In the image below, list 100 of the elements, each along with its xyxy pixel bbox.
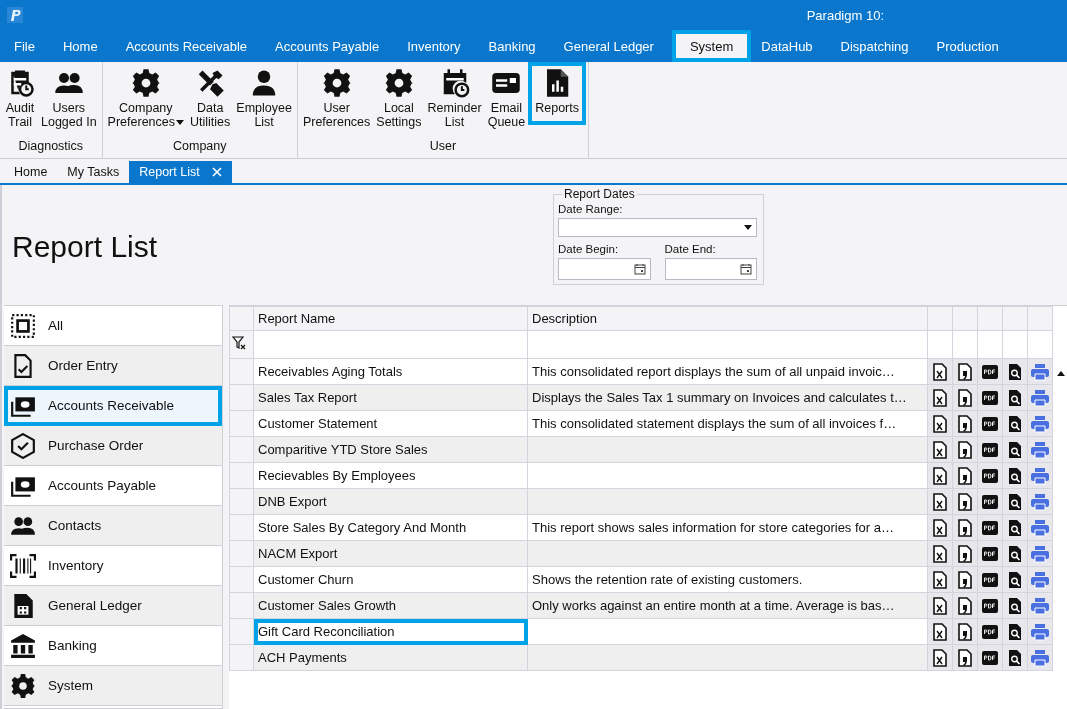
excel-icon[interactable]	[933, 518, 947, 537]
menu-tab[interactable]: File	[4, 30, 45, 62]
preview-icon[interactable]	[1008, 466, 1022, 485]
sidebar-item[interactable]: Contacts	[4, 506, 222, 546]
preview-icon[interactable]	[1008, 518, 1022, 537]
print-icon[interactable]	[1030, 596, 1050, 615]
column-header[interactable]: Description	[527, 306, 928, 331]
document-icon[interactable]	[958, 648, 972, 667]
print-icon[interactable]	[1030, 570, 1050, 589]
sidebar-item[interactable]: Accounts Receivable	[4, 386, 222, 426]
preview-icon[interactable]	[1008, 648, 1022, 667]
sidebar-item[interactable]: General Ledger	[4, 586, 222, 626]
preview-icon[interactable]	[1008, 492, 1022, 511]
calendar-icon[interactable]	[740, 263, 752, 275]
table-cell: DNB Export	[253, 488, 528, 515]
excel-icon[interactable]	[933, 466, 947, 485]
print-icon[interactable]	[1030, 388, 1050, 407]
menu-tab[interactable]: Dispatching	[830, 30, 919, 62]
column-header[interactable]: Report Name	[253, 306, 528, 331]
sidebar-item[interactable]: Order Entry	[4, 346, 222, 386]
pdf-icon[interactable]	[982, 363, 998, 380]
preview-icon[interactable]	[1008, 596, 1022, 615]
preview-icon[interactable]	[1008, 388, 1022, 407]
document-icon[interactable]	[958, 570, 972, 589]
preview-icon[interactable]	[1008, 544, 1022, 563]
ribbon-button[interactable]: Reminder List	[424, 62, 485, 125]
excel-icon[interactable]	[933, 648, 947, 667]
sidebar-item[interactable]: System	[4, 666, 222, 706]
print-icon[interactable]	[1030, 544, 1050, 563]
menu-tab[interactable]: DataHub	[751, 30, 823, 62]
document-icon[interactable]	[958, 388, 972, 407]
document-icon[interactable]	[958, 492, 972, 511]
document-icon[interactable]	[958, 362, 972, 381]
select-all-icon	[10, 312, 36, 339]
pdf-icon[interactable]	[982, 493, 998, 510]
excel-icon[interactable]	[933, 440, 947, 459]
excel-icon[interactable]	[933, 570, 947, 589]
preview-icon[interactable]	[1008, 570, 1022, 589]
menu-tab[interactable]: Home	[52, 30, 108, 62]
menu-tab[interactable]: Inventory	[397, 30, 471, 62]
excel-icon[interactable]	[933, 622, 947, 641]
scroll-up-icon[interactable]	[1057, 371, 1065, 376]
document-icon[interactable]	[958, 596, 972, 615]
print-icon[interactable]	[1030, 648, 1050, 667]
excel-icon[interactable]	[933, 414, 947, 433]
menu-tab[interactable]: General Ledger	[553, 30, 664, 62]
print-icon[interactable]	[1030, 440, 1050, 459]
document-icon[interactable]	[958, 414, 972, 433]
print-icon[interactable]	[1030, 518, 1050, 537]
group-label: Company	[173, 139, 227, 155]
print-icon[interactable]	[1030, 622, 1050, 641]
preview-icon[interactable]	[1008, 414, 1022, 433]
print-icon[interactable]	[1030, 492, 1050, 511]
print-icon[interactable]	[1030, 414, 1050, 433]
ribbon-button[interactable]: Reports	[528, 62, 586, 125]
group-label: User	[429, 139, 457, 155]
document-icon[interactable]	[958, 518, 972, 537]
excel-icon[interactable]	[933, 544, 947, 563]
menu-tab[interactable]: System	[671, 30, 752, 62]
pdf-icon[interactable]	[982, 467, 998, 484]
document-tab[interactable]: Home	[4, 161, 58, 183]
close-icon[interactable]	[211, 167, 222, 177]
document-icon[interactable]	[958, 622, 972, 641]
document-tab[interactable]: My Tasks	[57, 161, 130, 183]
excel-icon[interactable]	[933, 596, 947, 615]
pdf-icon[interactable]	[982, 415, 998, 432]
excel-icon[interactable]	[933, 388, 947, 407]
print-icon[interactable]	[1030, 466, 1050, 485]
menu-tab[interactable]: Accounts Payable	[265, 30, 390, 62]
pdf-icon[interactable]	[982, 441, 998, 458]
pdf-icon[interactable]	[982, 389, 998, 406]
pdf-icon[interactable]	[982, 545, 998, 562]
ribbon-button[interactable]: Employee List	[233, 62, 295, 125]
date-field[interactable]	[558, 258, 651, 280]
date-field[interactable]	[664, 258, 757, 280]
document-icon[interactable]	[958, 440, 972, 459]
document-tab[interactable]: Report List	[129, 161, 232, 183]
menu-tab[interactable]: Production	[926, 30, 1009, 62]
clear-filter-icon[interactable]	[232, 336, 246, 350]
ribbon-button[interactable]: Company Preferences	[104, 62, 187, 125]
preview-icon[interactable]	[1008, 362, 1022, 381]
pdf-icon[interactable]	[982, 649, 998, 666]
pdf-icon[interactable]	[982, 571, 998, 588]
pdf-icon[interactable]	[982, 623, 998, 640]
calendar-icon[interactable]	[633, 263, 646, 275]
ribbon-button[interactable]: Data Utilities	[187, 62, 234, 125]
preview-icon[interactable]	[1008, 440, 1022, 459]
menu-tab[interactable]: Banking	[478, 30, 546, 62]
menu-tab[interactable]: Accounts Receivable	[115, 30, 258, 62]
print-icon[interactable]	[1030, 362, 1050, 381]
ribbon-button[interactable]: User Preferences	[299, 62, 374, 125]
sidebar-item[interactable]: Purchase Order	[4, 426, 222, 466]
ribbon-button[interactable]: Audit Trail	[2, 62, 38, 125]
excel-icon[interactable]	[933, 492, 947, 511]
document-icon[interactable]	[958, 544, 972, 563]
preview-icon[interactable]	[1008, 622, 1022, 641]
document-icon[interactable]	[958, 466, 972, 485]
excel-icon[interactable]	[933, 362, 947, 381]
pdf-icon[interactable]	[982, 597, 998, 614]
pdf-icon[interactable]	[982, 519, 998, 536]
